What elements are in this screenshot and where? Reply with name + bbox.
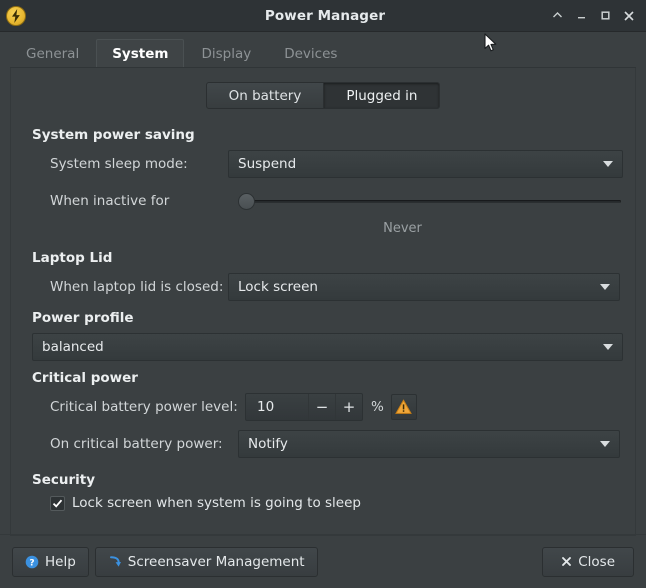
close-dialog-label: Close (578, 554, 615, 570)
close-x-icon (561, 556, 572, 567)
critical-level-stepper[interactable]: 10 − + (245, 393, 363, 421)
sleep-mode-row: System sleep mode: Suspend (23, 150, 623, 178)
power-source-switch: On battery Plugged in (23, 82, 623, 109)
screensaver-arrow-icon (108, 555, 122, 569)
critical-power-heading: Critical power (32, 370, 623, 386)
critical-level-value[interactable]: 10 (246, 394, 308, 420)
titlebar: Power Manager (0, 0, 646, 32)
lid-closed-value: Lock screen (238, 279, 318, 295)
lid-closed-select[interactable]: Lock screen (228, 273, 620, 301)
tab-system[interactable]: System (96, 39, 184, 67)
lid-closed-label: When laptop lid is closed: (23, 279, 228, 295)
close-dialog-button[interactable]: Close (542, 547, 634, 577)
maximize-icon[interactable] (594, 5, 616, 27)
critical-level-row: Critical battery power level: 10 − + % (23, 393, 623, 421)
plugged-in-button[interactable]: Plugged in (324, 82, 440, 109)
inactive-value-row: Never (23, 224, 623, 250)
close-icon[interactable] (618, 5, 640, 27)
critical-action-label: On critical battery power: (23, 436, 238, 452)
minimize-icon[interactable] (570, 5, 592, 27)
slider-handle[interactable] (238, 193, 255, 210)
shade-icon[interactable] (546, 5, 568, 27)
increment-button[interactable]: + (335, 394, 362, 420)
tab-devices[interactable]: Devices (268, 39, 353, 67)
inactive-label: When inactive for (23, 193, 238, 209)
lid-closed-row: When laptop lid is closed: Lock screen (23, 273, 623, 301)
dialog-footer: ? Help Screensaver Management Close (0, 534, 646, 588)
screensaver-management-label: Screensaver Management (128, 554, 305, 570)
chevron-down-icon (603, 161, 613, 167)
laptop-lid-heading: Laptop Lid (32, 250, 623, 266)
help-button[interactable]: ? Help (12, 547, 89, 577)
lock-screen-checkbox[interactable] (50, 496, 65, 511)
inactive-slider[interactable] (238, 187, 621, 215)
inactive-value: Never (211, 221, 594, 236)
power-profile-heading: Power profile (32, 310, 623, 326)
screensaver-management-button[interactable]: Screensaver Management (95, 547, 318, 577)
security-heading: Security (32, 472, 623, 488)
critical-action-row: On critical battery power: Notify (23, 430, 623, 458)
power-profile-select[interactable]: balanced (32, 333, 623, 361)
chevron-down-icon (603, 344, 613, 350)
percent-unit-label: % (371, 399, 384, 415)
lock-screen-label: Lock screen when system is going to slee… (72, 495, 361, 511)
system-tab-panel: On battery Plugged in System power savin… (10, 68, 636, 536)
tab-display[interactable]: Display (185, 39, 267, 67)
sleep-mode-label: System sleep mode: (23, 156, 228, 172)
critical-action-select[interactable]: Notify (238, 430, 620, 458)
tab-general[interactable]: General (10, 39, 95, 67)
critical-level-label: Critical battery power level: (23, 399, 245, 415)
help-button-label: Help (45, 554, 76, 570)
sleep-mode-value: Suspend (238, 156, 296, 172)
tab-bar: General System Display Devices (10, 37, 636, 68)
chevron-down-icon (600, 441, 610, 447)
chevron-down-icon (600, 284, 610, 290)
power-profile-row: balanced (23, 333, 623, 361)
system-power-saving-heading: System power saving (32, 127, 623, 143)
window-controls (546, 0, 640, 31)
power-profile-value: balanced (42, 339, 104, 355)
inactive-row: When inactive for (23, 187, 623, 215)
svg-text:?: ? (29, 558, 34, 568)
lock-screen-checkbox-row[interactable]: Lock screen when system is going to slee… (23, 495, 623, 511)
power-manager-window: Power Manager General System Display Dev… (0, 0, 646, 588)
critical-action-value: Notify (248, 436, 288, 452)
power-bolt-icon (6, 6, 26, 26)
help-circle-icon: ? (25, 555, 39, 569)
on-battery-button[interactable]: On battery (206, 82, 325, 109)
warning-triangle-icon[interactable] (391, 394, 417, 420)
decrement-button[interactable]: − (308, 394, 335, 420)
slider-track (244, 200, 621, 203)
sleep-mode-select[interactable]: Suspend (228, 150, 623, 178)
